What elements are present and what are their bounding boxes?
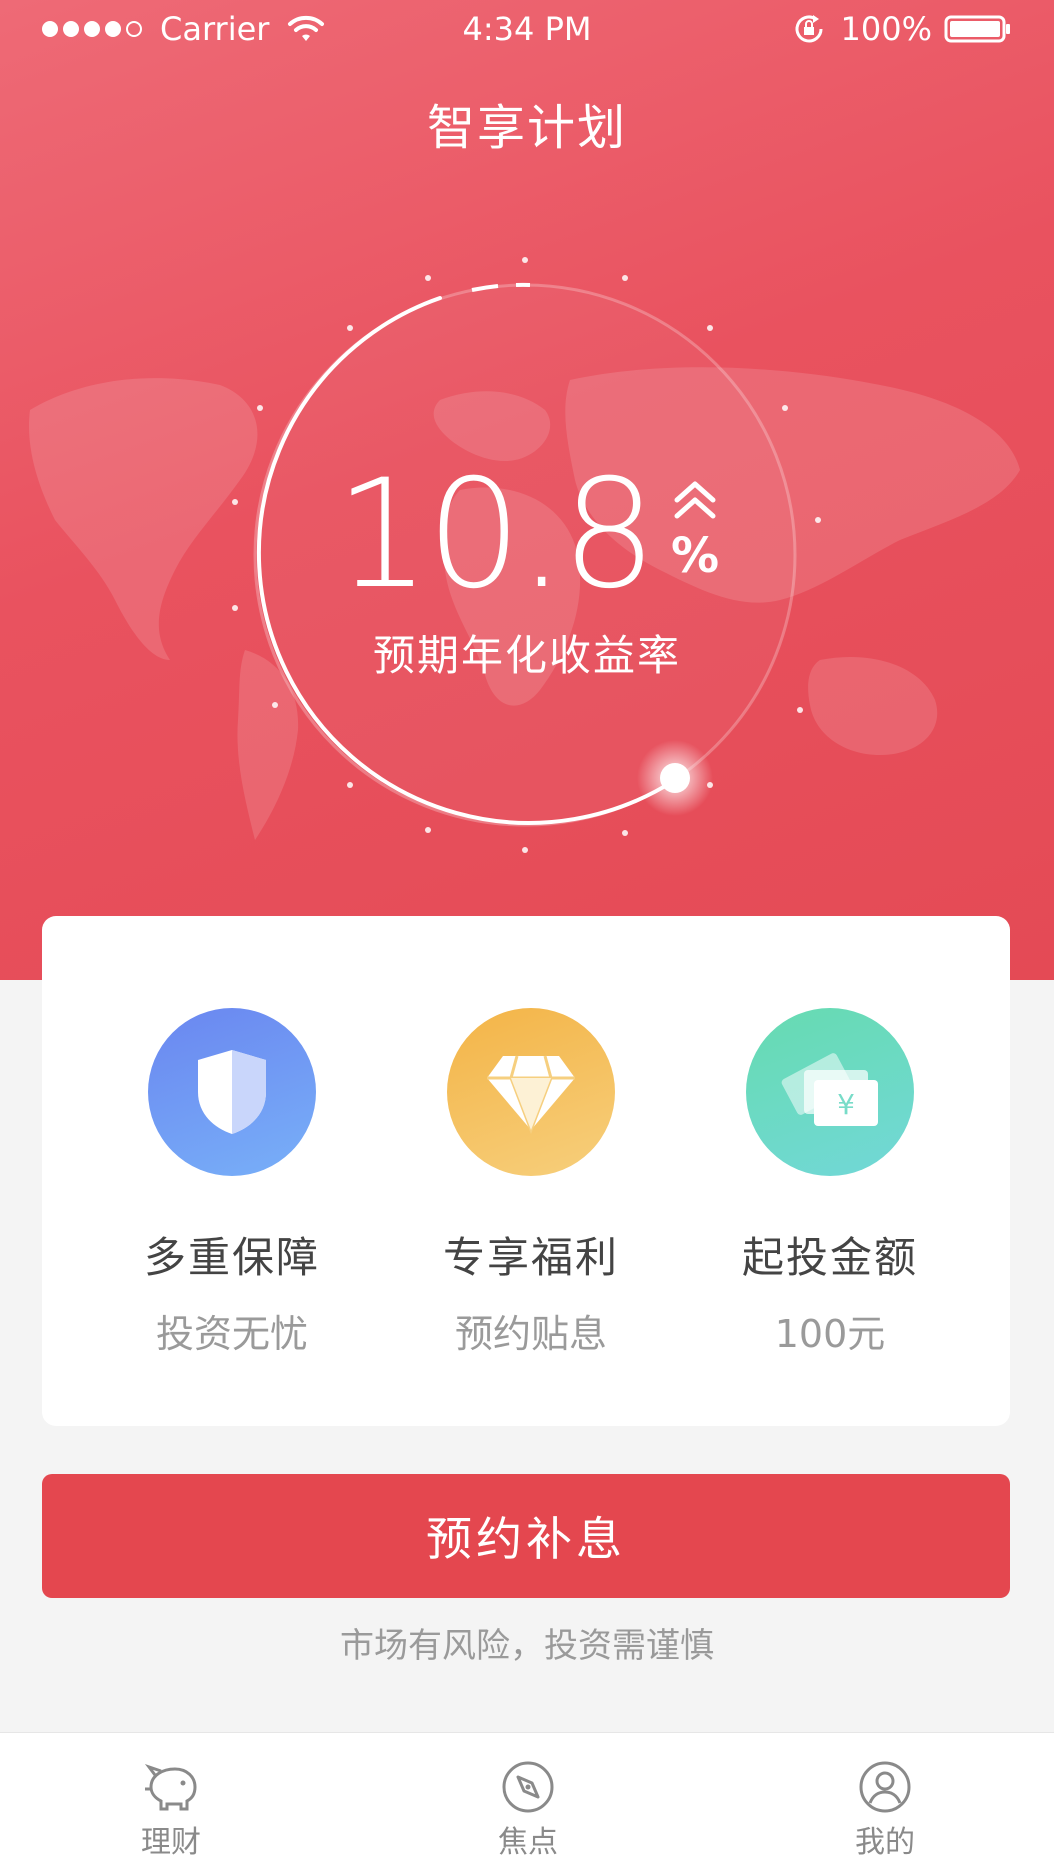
rate-side: % (671, 478, 719, 584)
feature-subtitle: 投资无忧 (155, 1312, 308, 1356)
rate-label: 预期年化收益率 (372, 631, 681, 680)
tab-finance[interactable]: 理财 (86, 1759, 256, 1861)
compass-icon (502, 1761, 554, 1813)
status-bar: Carrier 4:34 PM 100% (0, 0, 1054, 60)
tab-label: 我的 (855, 1825, 915, 1860)
svg-text:¥: ¥ (837, 1088, 855, 1121)
reserve-button[interactable]: 预约补息 (42, 1474, 1010, 1598)
status-right: 100% (793, 10, 1012, 48)
user-icon (859, 1761, 911, 1813)
feature-min-amount: ¥ 起投金额 100元 (710, 1008, 950, 1426)
tab-mine[interactable]: 我的 (800, 1759, 970, 1861)
battery-icon (944, 15, 1010, 43)
page-title: 智享计划 (426, 100, 627, 156)
risk-disclaimer: 市场有风险，投资需谨慎 (340, 1626, 714, 1666)
rate-unit: % (670, 528, 720, 584)
diamond-icon (447, 1008, 615, 1176)
features-card: 多重保障 投资无忧 专享福利 预约贴息 ¥ 起投金额 100元 (42, 916, 1010, 1426)
tab-focus[interactable]: 焦点 (443, 1759, 613, 1861)
feature-subtitle: 100元 (774, 1312, 886, 1356)
battery-percent: 100% (840, 10, 932, 48)
feature-title: 起投金额 (741, 1233, 918, 1282)
feature-title: 专享福利 (442, 1233, 619, 1282)
rate-display: 10.8 % (0, 460, 1054, 610)
tab-bar: 理财 焦点 我的 (0, 1732, 1054, 1872)
cash-icon: ¥ (746, 1008, 914, 1176)
shield-icon (148, 1008, 316, 1176)
double-chevron-up-icon (674, 481, 716, 519)
rate-value: 10.8 (334, 448, 657, 622)
rotation-lock-icon (795, 15, 823, 43)
feature-benefit: 专享福利 预约贴息 (411, 1008, 651, 1426)
tab-label: 理财 (141, 1825, 201, 1860)
feature-title: 多重保障 (143, 1233, 320, 1282)
tab-label: 焦点 (498, 1825, 558, 1860)
feature-subtitle: 预约贴息 (454, 1312, 607, 1356)
hero-section: Carrier 4:34 PM 100% 智享计划 10.8 % 预期年化收益率 (0, 0, 1054, 980)
feature-security: 多重保障 投资无忧 (112, 1008, 352, 1426)
piggy-bank-icon (144, 1764, 197, 1811)
